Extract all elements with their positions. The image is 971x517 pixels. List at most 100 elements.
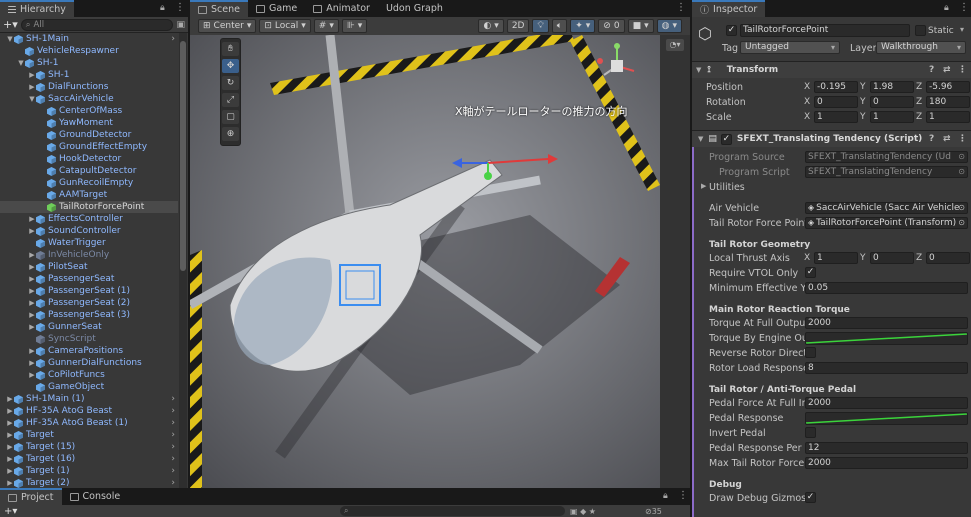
object-picker-icon[interactable]: ⊙ <box>958 218 965 228</box>
scale-x-field[interactable]: 1 <box>814 111 858 123</box>
rotor-load-response-field[interactable]: 8 <box>805 362 968 374</box>
tab-hierarchy[interactable]: Hierarchy <box>0 0 74 17</box>
help-icon[interactable]: ? <box>929 134 934 144</box>
hierarchy-row[interactable]: ▶ EffectsController <box>0 213 178 225</box>
hierarchy-row[interactable]: ▶ CoPilotFuncs <box>0 369 178 381</box>
collapse-arrow-icon[interactable]: ▶ <box>6 479 14 487</box>
kebab-menu-icon[interactable]: ⋮ <box>958 134 967 144</box>
hierarchy-row[interactable]: ▶ Target (15) › <box>0 441 178 453</box>
tag-dropdown[interactable]: Untagged <box>740 41 840 54</box>
collapse-arrow-icon[interactable]: ▶ <box>28 311 36 319</box>
hand-tool-icon[interactable]: ✋︎ <box>222 42 239 56</box>
collapse-arrow-icon[interactable]: ▶ <box>28 83 36 91</box>
hierarchy-row[interactable]: ▼ SH-1Main › <box>0 33 178 45</box>
kebab-menu-icon[interactable]: ⋮ <box>959 2 969 13</box>
hierarchy-row[interactable]: YawMoment <box>0 117 178 129</box>
hierarchy-row[interactable]: ▶ SH-1Main (1) › <box>0 393 178 405</box>
hierarchy-row[interactable]: ▶ HF-35A AtoG Beast (1) › <box>0 417 178 429</box>
add-icon[interactable]: +▾ <box>4 506 17 517</box>
expand-arrow-icon[interactable]: ▼ <box>6 35 14 43</box>
help-icon[interactable]: ? <box>929 65 934 75</box>
hierarchy-row[interactable]: ▶ GunnerSeat <box>0 321 178 333</box>
collapse-arrow-icon[interactable]: ▶ <box>28 275 36 283</box>
collapse-arrow-icon[interactable]: ▶ <box>28 371 36 379</box>
grid-snap-button[interactable]: # ▾ <box>313 19 339 33</box>
rect-tool-icon[interactable]: ▢ <box>222 110 239 124</box>
hierarchy-row[interactable]: ▶ PassengerSeat (1) <box>0 285 178 297</box>
hierarchy-scrollbar[interactable] <box>179 33 187 488</box>
hierarchy-row[interactable]: ▶ PassengerSeat <box>0 273 178 285</box>
collapse-arrow-icon[interactable]: ▶ <box>6 455 14 463</box>
kebab-menu-icon[interactable]: ⋮ <box>958 65 967 75</box>
object-picker-icon[interactable]: ⊙ <box>958 152 965 162</box>
camera-settings-button[interactable]: ■ ▾ <box>627 19 654 33</box>
collapse-arrow-icon[interactable]: ▶ <box>28 347 36 355</box>
expand-arrow-icon[interactable]: ▼ <box>28 95 36 103</box>
hierarchy-row[interactable]: HookDetector <box>0 153 178 165</box>
script-component-header[interactable]: ▼ ▤ ✓ SFEXT_Translating Tendency (Script… <box>692 130 971 147</box>
pedal-response-curve[interactable] <box>805 412 968 425</box>
static-checkbox[interactable] <box>915 25 926 36</box>
require-vtol-checkbox[interactable]: ✓ <box>805 267 816 278</box>
max-tail-rotor-force-field[interactable]: 2000 <box>805 457 968 469</box>
draw-mode-button[interactable]: ◐ ▾ <box>478 19 504 33</box>
static-dropdown-icon[interactable]: ▾ <box>960 25 964 34</box>
lock-icon[interactable]: 🔒︎ <box>663 491 668 501</box>
preset-icon[interactable]: ⇄ <box>943 134 951 144</box>
collapse-arrow-icon[interactable]: ▶ <box>28 215 36 223</box>
add-icon[interactable]: +▾ <box>3 18 18 31</box>
hierarchy-row[interactable]: WaterTrigger <box>0 237 178 249</box>
hierarchy-row[interactable]: ▶ PilotSeat <box>0 261 178 273</box>
hierarchy-row[interactable]: ▶ CameraPositions <box>0 345 178 357</box>
preset-icon[interactable]: ⇄ <box>943 65 951 75</box>
chevron-right-icon[interactable]: › <box>171 418 175 428</box>
gizmos-button[interactable]: ◍ ▾ <box>656 19 682 33</box>
collapse-arrow-icon[interactable]: ▶ <box>28 299 36 307</box>
layer-dropdown[interactable]: Walkthrough <box>876 41 966 54</box>
lock-icon[interactable]: 🔒︎ <box>160 3 165 13</box>
rotation-z-field[interactable]: 180 <box>926 96 970 108</box>
tab-game[interactable]: Game <box>248 0 305 17</box>
chevron-right-icon[interactable]: › <box>171 430 175 440</box>
overlay-menu-icon[interactable]: ◔▾ <box>666 39 684 51</box>
collapse-arrow-icon[interactable]: ▶ <box>6 443 14 451</box>
position-z-field[interactable]: -5.96 <box>926 81 970 93</box>
expand-arrow-icon[interactable]: ▼ <box>17 59 25 67</box>
transform-tool-icon[interactable]: ⊕ <box>222 127 239 141</box>
filter-icons[interactable]: ▣ ◆ ★ <box>570 507 596 516</box>
hierarchy-row[interactable]: ▶ InVehicleOnly <box>0 249 178 261</box>
pedal-force-field[interactable]: 2000 <box>805 397 968 409</box>
tab-animator[interactable]: Animator <box>305 0 378 17</box>
tab-scene[interactable]: Scene <box>190 0 248 17</box>
hierarchy-row[interactable]: ▶ PassengerSeat (2) <box>0 297 178 309</box>
hierarchy-row[interactable]: GameObject <box>0 381 178 393</box>
hierarchy-search-input[interactable]: ⌕ All <box>20 18 174 31</box>
collapse-arrow-icon[interactable]: ▶ <box>6 419 14 427</box>
kebab-menu-icon[interactable]: ⋮ <box>676 2 686 13</box>
hierarchy-row[interactable]: ▶ SH-1 <box>0 69 178 81</box>
lock-icon[interactable]: 🔒︎ <box>944 3 949 13</box>
move-tool-icon[interactable]: ✥ <box>222 59 239 73</box>
lighting-toggle[interactable]: 💡︎ <box>532 19 549 33</box>
hierarchy-row[interactable]: GunRecoilEmpty <box>0 177 178 189</box>
collapse-arrow-icon[interactable]: ▶ <box>6 431 14 439</box>
scene-viewport[interactable]: X軸がテールローターの推力の方向 ✋︎ ✥ ↻ ⤢ ▢ ⊕ <box>190 35 660 488</box>
object-name-field[interactable]: TailRotorForcePoint <box>740 24 910 37</box>
effects-toggle[interactable]: ✦ ▾ <box>570 19 596 33</box>
minimum-effective-yaw-field[interactable]: 0.05 <box>805 282 968 294</box>
kebab-menu-icon[interactable]: ⋮ <box>175 2 185 13</box>
hierarchy-row[interactable]: ▶ PassengerSeat (3) <box>0 309 178 321</box>
collapse-arrow-icon[interactable]: ▶ <box>6 395 14 403</box>
rotation-y-field[interactable]: 0 <box>870 96 914 108</box>
program-source-field[interactable]: SFEXT_TranslatingTendency (Ud ⊙ <box>805 151 968 163</box>
reverse-rotor-checkbox[interactable] <box>805 347 816 358</box>
draw-debug-gizmos-checkbox[interactable]: ✓ <box>805 492 816 503</box>
utilities-foldout[interactable]: Utilities <box>709 182 745 193</box>
scale-tool-icon[interactable]: ⤢ <box>222 93 239 107</box>
pivot-dropdown[interactable]: ⊞ Center ▾ <box>198 19 257 33</box>
toggle-2d-button[interactable]: 2D <box>506 19 530 33</box>
hierarchy-row[interactable]: SyncScript <box>0 333 178 345</box>
torque-full-output-field[interactable]: 2000 <box>805 317 968 329</box>
search-options-icon[interactable]: ▣ <box>176 20 185 30</box>
component-enabled-checkbox[interactable]: ✓ <box>720 133 732 145</box>
